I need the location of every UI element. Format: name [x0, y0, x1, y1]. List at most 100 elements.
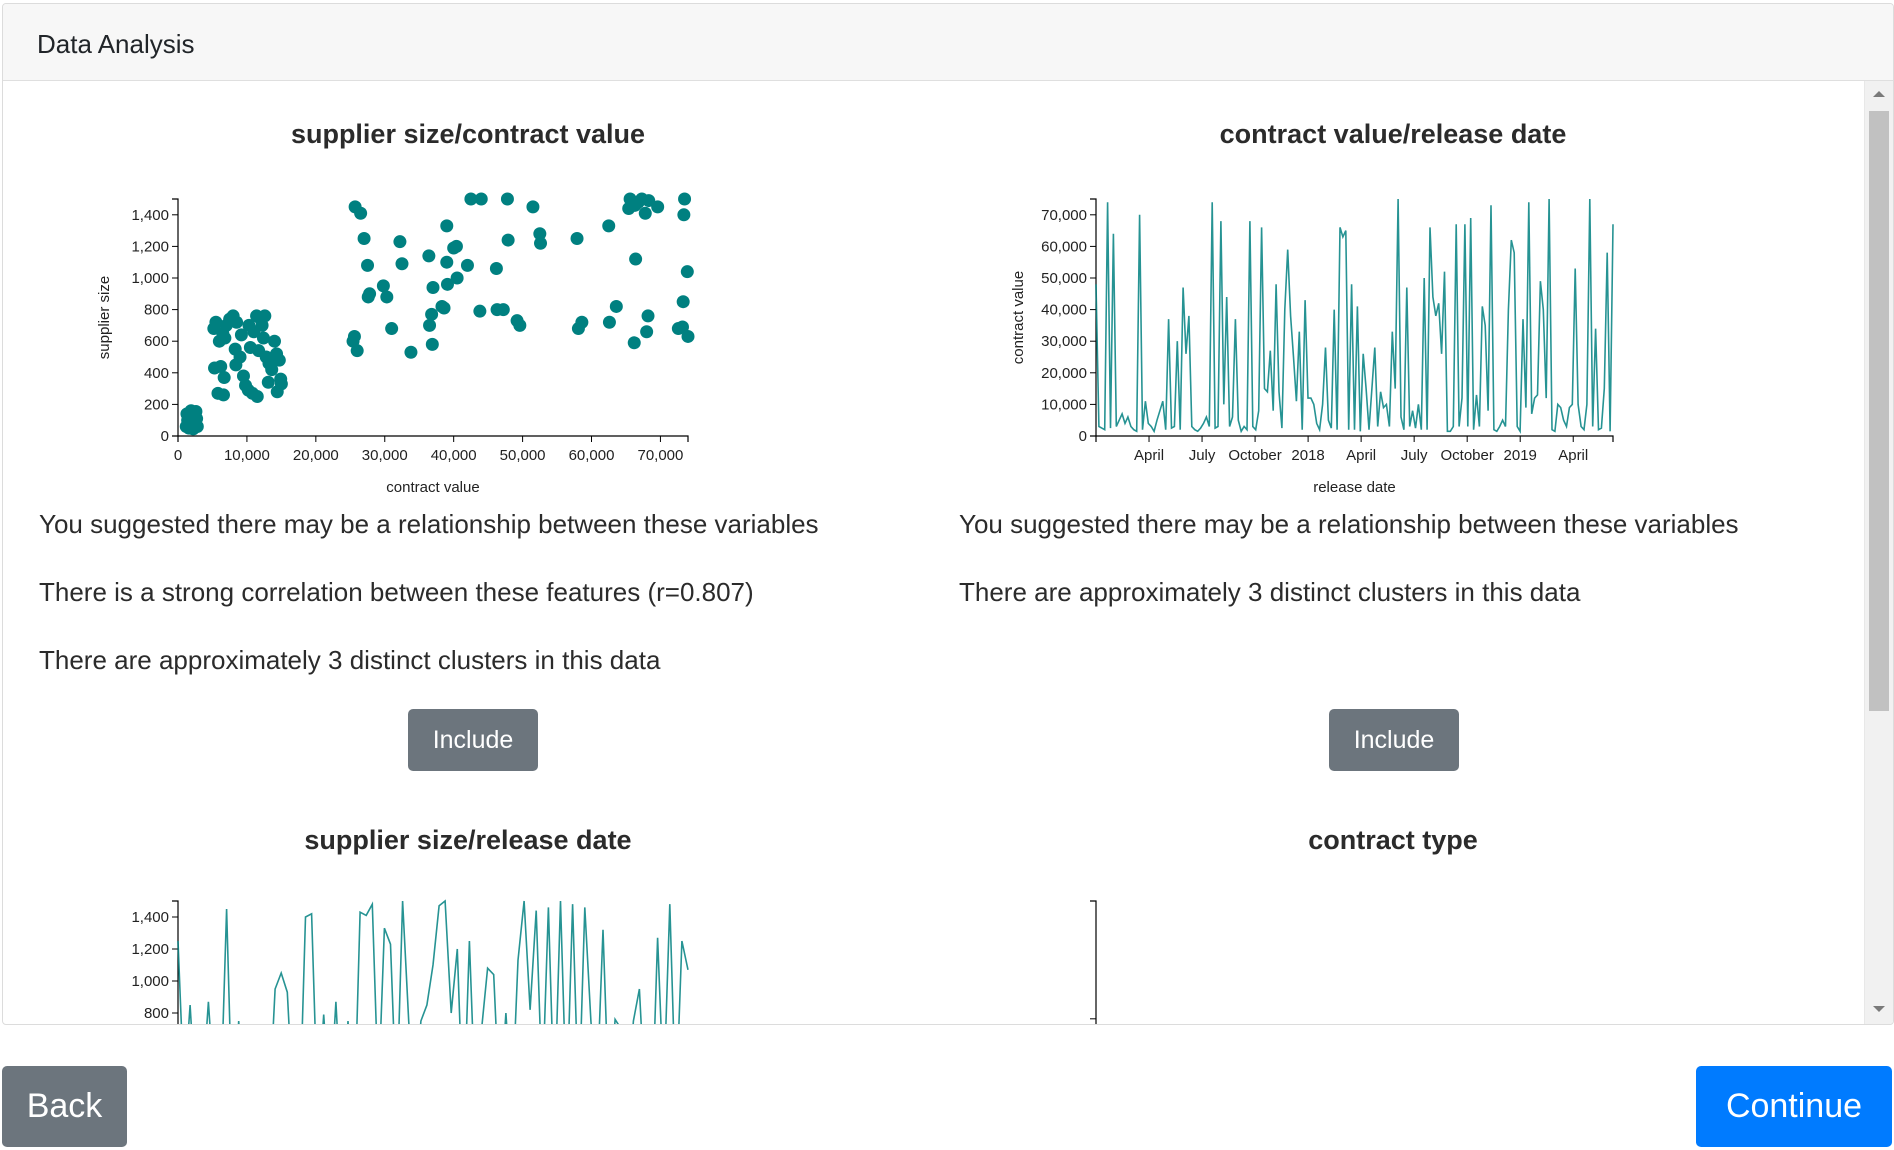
scrollbar-thumb[interactable]: [1869, 111, 1889, 711]
scatter-point: [217, 371, 231, 385]
scatter-point: [570, 232, 584, 245]
scatter-point: [460, 258, 474, 272]
y-tick-label: 30,000: [1041, 333, 1087, 350]
scatter-point: [450, 271, 464, 285]
x-tick-label: 60,000: [569, 447, 615, 464]
y-tick-label: 800: [144, 1005, 169, 1022]
scatter-point: [218, 331, 232, 345]
x-tick-label: 30,000: [362, 447, 408, 464]
scatter-point: [255, 318, 269, 332]
y-tick-label: 0: [1079, 428, 1087, 445]
scatter-point: [363, 287, 377, 301]
page-title: Data Analysis: [37, 29, 195, 59]
card-header: Data Analysis: [3, 4, 1893, 81]
x-tick-label: 2019: [1504, 447, 1537, 464]
x-tick-label: 2018: [1291, 447, 1324, 464]
y-tick-label: 1,000: [131, 973, 169, 990]
line-chart: 8001,0001,2001,400supplier size: [131, 899, 689, 1024]
y-tick-label: 600: [144, 333, 169, 350]
scatter-point: [347, 329, 361, 343]
scatter-point: [496, 303, 510, 317]
scatter-point: [526, 200, 540, 214]
scatter-point: [681, 329, 695, 343]
scatter-point: [677, 208, 691, 222]
scatter-point: [422, 249, 436, 263]
insight-text: You suggested there may be a relationshi…: [39, 509, 819, 539]
scatter-point: [437, 301, 451, 315]
scatter-point: [272, 353, 286, 367]
continue-button[interactable]: Continue: [1696, 1066, 1892, 1147]
scatter-point: [426, 280, 440, 294]
scatter-point: [651, 200, 665, 214]
x-tick-label: 50,000: [500, 447, 546, 464]
scatter-point: [425, 337, 439, 351]
y-tick-label: 1,200: [131, 941, 169, 958]
scatter-point: [440, 255, 454, 269]
y-tick-label: 20,000: [1041, 365, 1087, 382]
scatter-point: [474, 192, 488, 206]
y-tick-label: 0: [161, 428, 169, 445]
card-body: supplier size/contract value 0 200 400 600 8…: [3, 81, 1863, 1024]
insight-text: There are approximately 3 distinct clust…: [959, 577, 1581, 607]
x-axis-line: [1095, 435, 1614, 442]
insight-text: There is a strong correlation between th…: [39, 577, 754, 607]
y-axis-line: [172, 198, 179, 437]
scatter-point: [489, 262, 503, 276]
scatter-point: [602, 219, 616, 233]
scatter-point: [189, 405, 203, 419]
x-tick-label: 20,000: [293, 447, 339, 464]
scatter-point: [449, 239, 463, 253]
y-axis-label: contract value: [1010, 271, 1027, 364]
scatter-point: [513, 318, 527, 332]
y-tick-label: 10,000: [1041, 396, 1087, 413]
y-tick-label: 70,000: [1041, 207, 1087, 224]
scatter-point: [270, 385, 284, 399]
x-axis-label: release date: [1313, 479, 1396, 496]
scatter-point: [376, 279, 390, 293]
vertical-scrollbar[interactable]: [1864, 81, 1893, 1024]
x-tick-label: July: [1401, 447, 1428, 464]
scatter-point: [357, 232, 371, 245]
scatter-point: [678, 192, 692, 206]
scroll-up-arrow-icon[interactable]: [1873, 91, 1885, 97]
scatter-point: [233, 350, 247, 364]
bar-chart: [1090, 900, 1097, 1024]
scatter-point: [638, 206, 652, 220]
x-tick-label: 0: [174, 447, 182, 464]
y-tick-label: 400: [144, 365, 169, 382]
x-tick-label: April: [1558, 447, 1588, 464]
scatter-point: [676, 295, 690, 309]
y-tick-label: 1,400: [131, 207, 169, 224]
y-tick-label: 1,200: [131, 238, 169, 255]
x-tick-label: 70,000: [637, 447, 683, 464]
x-tick-label: July: [1189, 447, 1216, 464]
panel-supplier-size-contract-value: supplier size/contract value 0 200 400 600 8…: [3, 81, 933, 781]
scatter-point: [404, 345, 418, 359]
back-button[interactable]: Back: [2, 1066, 127, 1147]
scatter-point: [425, 307, 439, 321]
scatter-point: [393, 235, 407, 249]
line-chart: 0 10,000 20,000 30,000 40,000 50,000 60,000 70,…: [1010, 198, 1614, 496]
panel-contract-value-release-date: contract value/release date 0 10,000 20,00…: [923, 81, 1863, 781]
scatter-point: [395, 257, 409, 271]
y-axis-line: [1090, 198, 1097, 437]
y-tick-label: 800: [144, 302, 169, 319]
include-button[interactable]: Include: [1329, 709, 1459, 771]
include-button[interactable]: Include: [408, 709, 538, 771]
scatter-point: [361, 258, 375, 272]
y-tick-label: 1,400: [131, 909, 169, 926]
scatter-point: [350, 344, 364, 358]
y-tick-label: 40,000: [1041, 302, 1087, 319]
series-line: [1095, 198, 1614, 435]
series-line: [177, 899, 689, 1024]
scatter-point: [640, 325, 654, 339]
x-tick-label: 10,000: [224, 447, 270, 464]
x-tick-label: October: [1440, 447, 1493, 464]
x-tick-label: April: [1346, 447, 1376, 464]
insight-text: There are approximately 3 distinct clust…: [39, 645, 661, 675]
panel-supplier-size-release-date: supplier size/release date 800 1,000 1,200…: [3, 781, 933, 1024]
scatter-point: [602, 315, 616, 329]
panel-contract-type: contract type: [923, 781, 1863, 1024]
scroll-down-arrow-icon[interactable]: [1873, 1006, 1885, 1012]
scatter-point: [380, 290, 394, 304]
